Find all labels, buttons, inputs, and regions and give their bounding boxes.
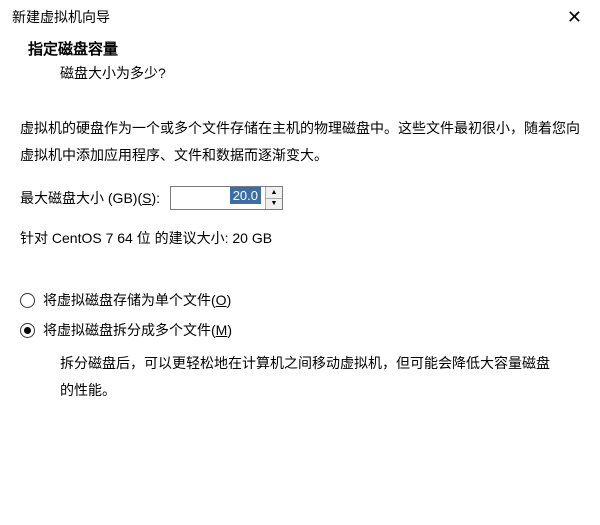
window-title: 新建虚拟机向导	[12, 7, 110, 27]
page-title: 指定磁盘容量	[28, 38, 600, 59]
titlebar: 新建虚拟机向导 ✕	[0, 0, 600, 32]
disk-size-input[interactable]: 20.0	[171, 187, 265, 209]
disk-size-spinner[interactable]: 20.0 ▲ ▼	[170, 186, 283, 210]
recommended-size: 针对 CentOS 7 64 位 的建议大小: 20 GB	[20, 228, 580, 248]
radio-checked-icon	[20, 323, 35, 338]
disk-size-label: 最大磁盘大小 (GB)(S):	[20, 188, 160, 208]
disk-description: 虚拟机的硬盘作为一个或多个文件存储在主机的物理磁盘中。这些文件最初很小，随着您向…	[20, 115, 580, 168]
radio-unchecked-icon	[20, 293, 35, 308]
radio-single-file[interactable]: 将虚拟磁盘存储为单个文件(O)	[20, 290, 580, 310]
spinner-down-icon[interactable]: ▼	[266, 198, 282, 210]
spinner-up-icon[interactable]: ▲	[266, 187, 282, 198]
disk-size-value: 20.0	[230, 187, 261, 204]
radio-multi-file-label: 将虚拟磁盘拆分成多个文件(M)	[43, 320, 232, 340]
radio-multi-file-description: 拆分磁盘后，可以更轻松地在计算机之间移动虚拟机，但可能会降低大容量磁盘的性能。	[20, 350, 580, 403]
radio-single-file-label: 将虚拟磁盘存储为单个文件(O)	[43, 290, 231, 310]
disk-size-row: 最大磁盘大小 (GB)(S): 20.0 ▲ ▼	[20, 186, 580, 210]
radio-multi-file[interactable]: 将虚拟磁盘拆分成多个文件(M)	[20, 320, 580, 340]
wizard-header: 指定磁盘容量 磁盘大小为多少?	[0, 32, 600, 87]
close-icon[interactable]: ✕	[561, 6, 588, 28]
page-subtitle: 磁盘大小为多少?	[28, 63, 600, 83]
